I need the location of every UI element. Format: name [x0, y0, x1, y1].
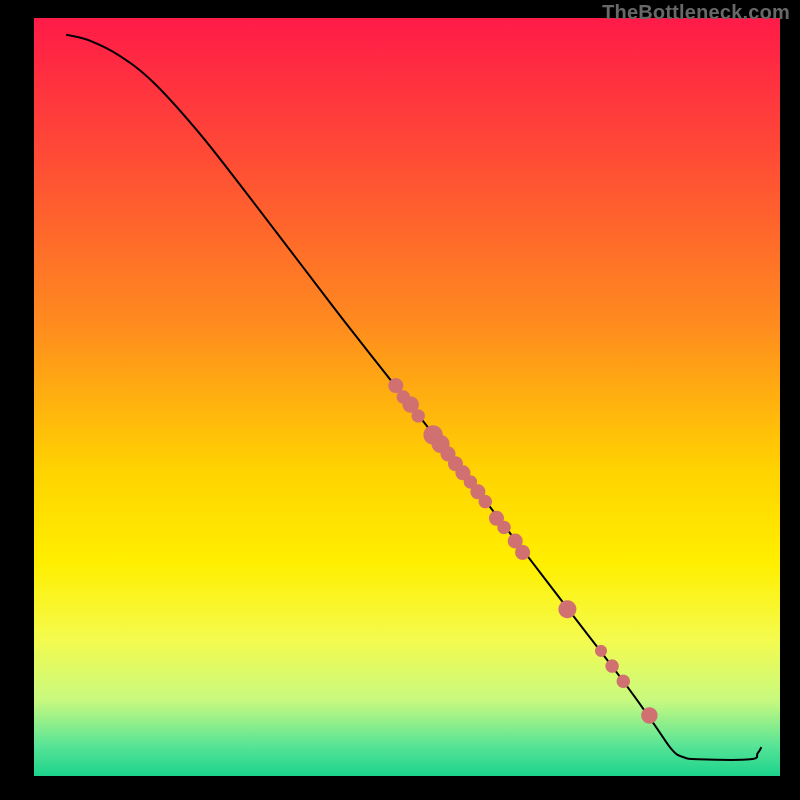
data-point [558, 600, 576, 618]
data-point [497, 521, 510, 534]
data-point [479, 495, 492, 508]
data-point [412, 409, 425, 422]
data-point [515, 545, 530, 560]
data-point [617, 675, 630, 688]
data-point [605, 659, 618, 672]
chart-frame: TheBottleneck.com [0, 0, 800, 800]
bottleneck-chart [0, 0, 800, 800]
data-point [641, 707, 657, 723]
watermark-label: TheBottleneck.com [602, 2, 790, 25]
data-point [595, 645, 607, 657]
